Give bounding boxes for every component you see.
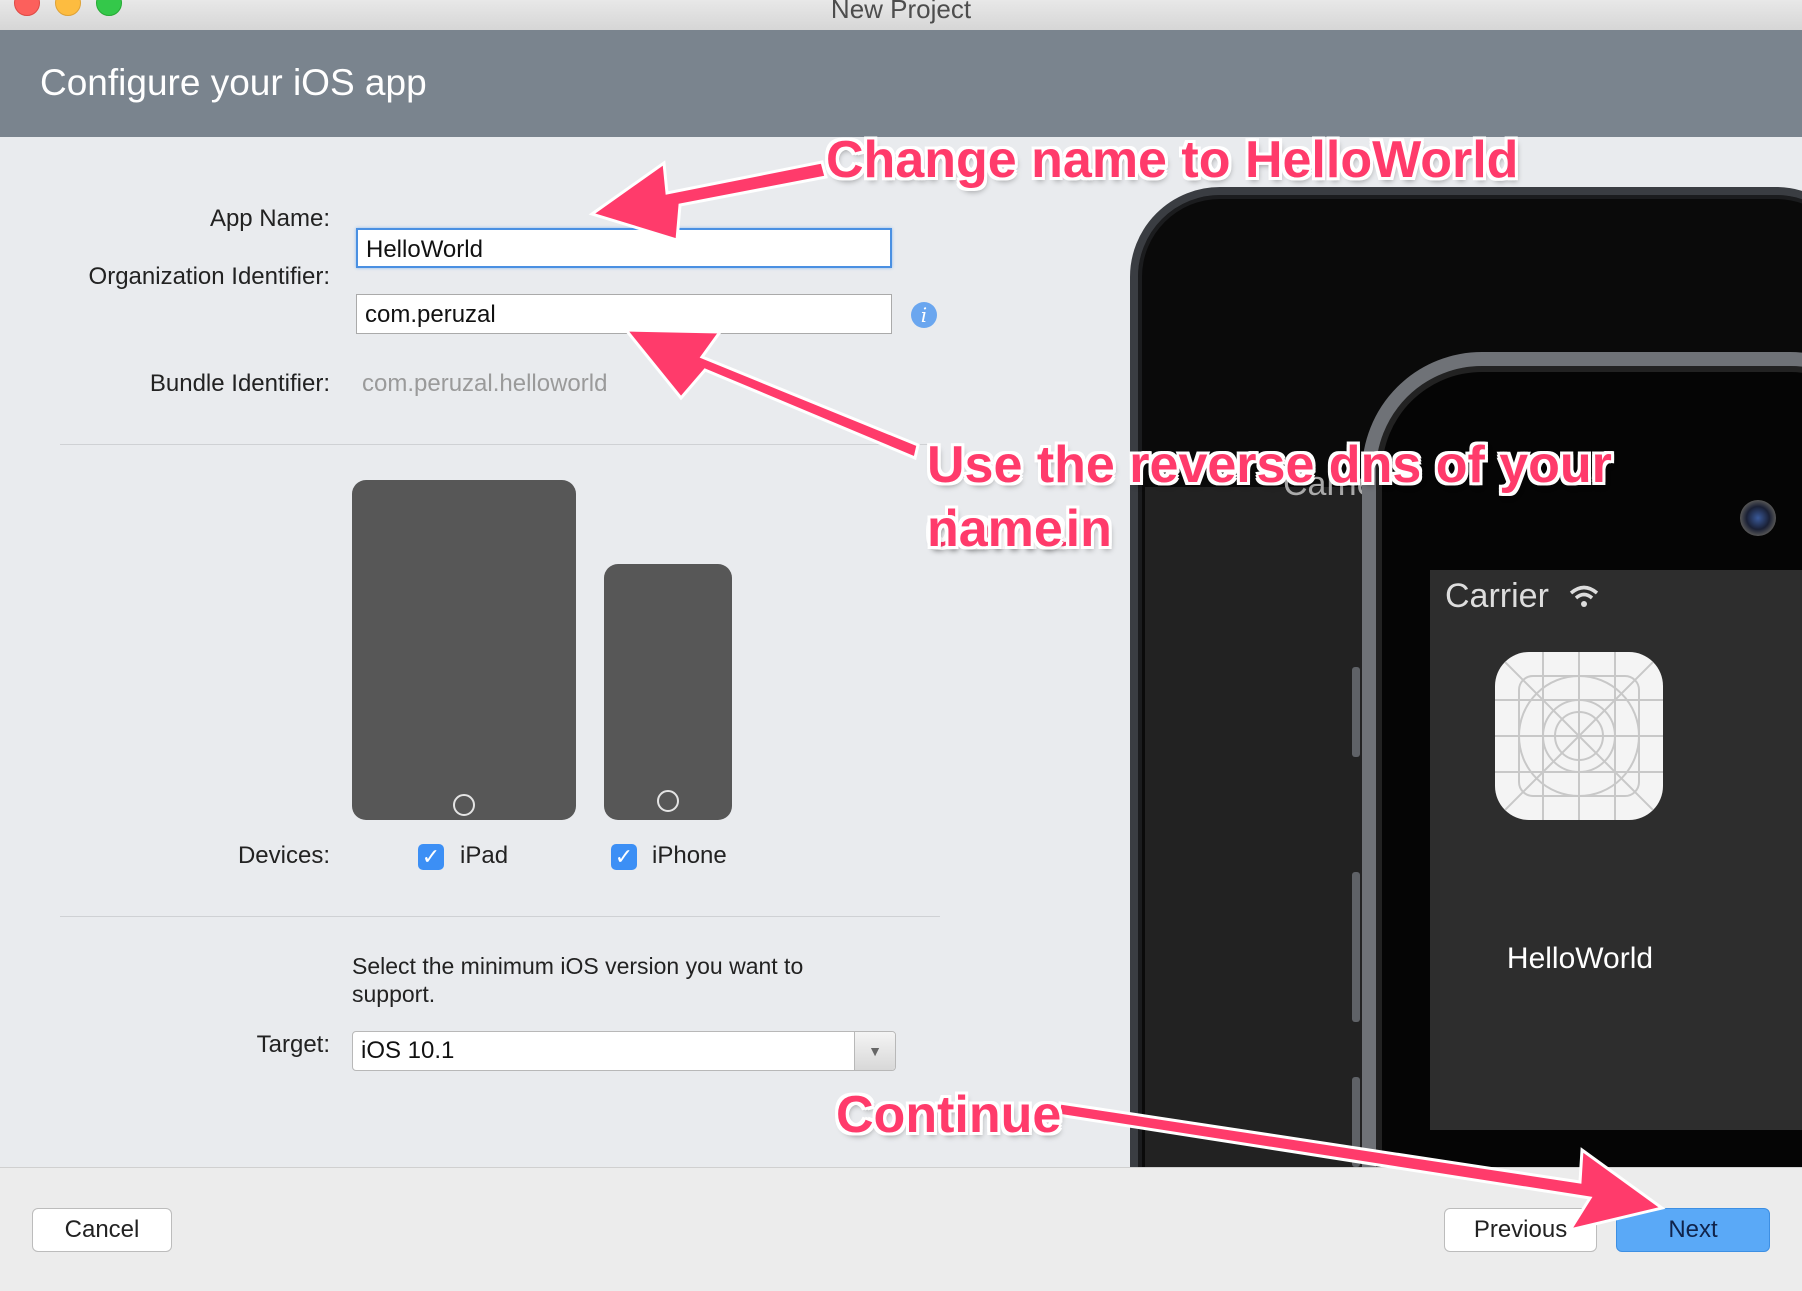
previous-button[interactable]: Previous — [1444, 1208, 1597, 1252]
iphone-side-button — [1352, 667, 1360, 757]
iphone-checkbox-label[interactable]: iPhone — [652, 842, 727, 870]
target-select-value: iOS 10.1 — [361, 1037, 455, 1064]
annotation-reverse-dns-line2: name — [927, 500, 1063, 558]
target-hint: Select the minimum iOS version you want … — [352, 953, 804, 1007]
info-icon[interactable]: i — [911, 302, 937, 328]
bundle-id-label: Bundle Identifier: — [149, 370, 330, 397]
footer-bar: Cancel Previous Next — [0, 1167, 1802, 1291]
wifi-icon — [1569, 585, 1599, 607]
page-header: Configure your iOS app — [0, 30, 1802, 137]
home-button-icon — [657, 790, 679, 812]
app-icon-placeholder — [1495, 652, 1663, 820]
title-bar: New Project — [0, 0, 1802, 31]
iphone-carrier-text: Carrier — [1445, 577, 1549, 615]
iphone-volume-button-2 — [1352, 1077, 1360, 1167]
target-select[interactable]: iOS 10.1 ▼ — [352, 1031, 896, 1071]
preview-app-name: HelloWorld — [1506, 942, 1654, 975]
org-id-label: Organization Identifier: — [88, 263, 330, 290]
ipad-checkbox[interactable]: ✓ — [418, 844, 444, 870]
iphone-device-image — [604, 564, 732, 820]
section-divider — [60, 444, 940, 445]
devices-label: Devices: — [237, 842, 330, 869]
app-name-label: App Name: — [209, 205, 330, 232]
next-button[interactable]: Next — [1616, 1208, 1770, 1252]
annotation-change-name: Change name to HelloWorld — [826, 131, 1519, 189]
ipad-checkbox-label[interactable]: iPad — [460, 842, 508, 870]
main-content: Carrie Carrier HelloWorld App Name: Hell… — [0, 137, 1802, 1167]
cancel-button[interactable]: Cancel — [32, 1208, 172, 1252]
window-title: New Project — [830, 0, 972, 24]
home-button-icon — [453, 794, 475, 816]
bundle-id-value: com.peruzal.helloworld — [362, 370, 608, 397]
ipad-device-image — [352, 480, 576, 820]
target-label: Target: — [256, 1031, 330, 1058]
iphone-volume-button — [1352, 872, 1360, 1022]
annotation-continue: Continue — [836, 1086, 1062, 1144]
app-name-field[interactable]: HelloWorld — [356, 228, 892, 268]
org-id-field[interactable]: com.peruzal — [356, 294, 892, 334]
page-title: Configure your iOS app — [40, 62, 427, 103]
section-divider — [60, 916, 940, 917]
iphone-checkbox[interactable]: ✓ — [611, 844, 637, 870]
chevron-down-icon[interactable]: ▼ — [854, 1032, 895, 1070]
